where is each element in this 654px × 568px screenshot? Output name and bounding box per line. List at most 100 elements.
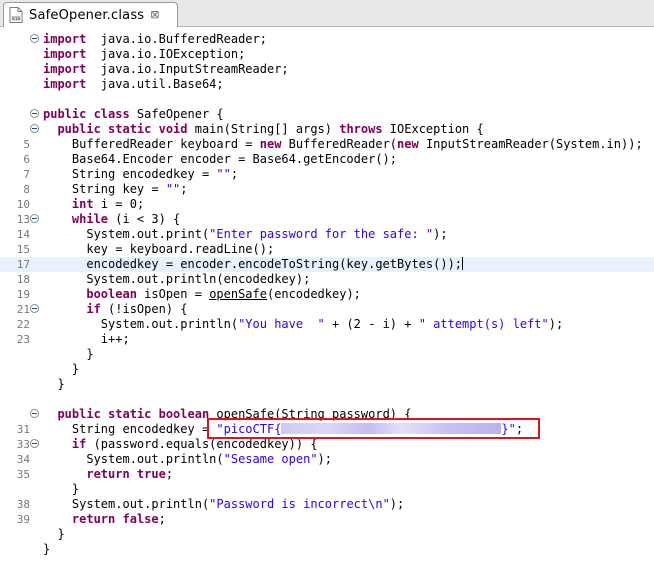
code-text: System.out.println("Sesame open"); — [43, 452, 332, 467]
fold-collapse-icon[interactable] — [30, 124, 39, 133]
code-line[interactable]: 19 boolean isOpen = openSafe(encodedkey)… — [0, 287, 654, 302]
code-text: import java.io.BufferedReader; — [43, 32, 267, 47]
code-token: ; — [180, 182, 188, 196]
code-text: } — [43, 482, 79, 497]
code-text: public class SafeOpener { — [43, 107, 224, 122]
code-text: } — [43, 377, 65, 392]
code-token: (encodedkey); — [266, 287, 361, 301]
code-token: (!isOpen) { — [100, 302, 188, 316]
code-line[interactable]: import java.io.InputStreamReader; — [0, 62, 654, 77]
code-line[interactable]: } — [0, 482, 654, 497]
string-token: " attempt(s) left" — [418, 317, 549, 331]
code-line[interactable]: 39 return false; — [0, 512, 654, 527]
code-line[interactable]: 33 if (password.equals(encodedkey)) { — [0, 437, 654, 452]
keyword-token: return false — [71, 512, 159, 526]
code-line[interactable]: 14 System.out.print("Enter password for … — [0, 227, 654, 242]
fold-collapse-icon[interactable] — [30, 439, 39, 448]
line-number: 38 — [16, 498, 30, 511]
code-line[interactable]: 13 while (i < 3) { — [0, 212, 654, 227]
code-line[interactable]: 35 return true; — [0, 467, 654, 482]
code-line[interactable]: 8 String key = ""; — [0, 182, 654, 197]
keyword-token: throws — [339, 122, 383, 136]
code-line[interactable]: import java.util.Base64; — [0, 77, 654, 92]
code-token: IOException { — [382, 122, 484, 136]
code-token: main(String[] args) — [187, 122, 340, 136]
code-line[interactable]: 22 System.out.println("You have " + (2 -… — [0, 317, 654, 332]
string-token: "" — [165, 182, 181, 196]
keyword-token: if — [86, 302, 101, 316]
code-text: } — [43, 527, 64, 542]
code-token: key = keyboard.readLine(); — [43, 242, 275, 256]
fold-collapse-icon[interactable] — [30, 109, 39, 118]
code-token: String key = — [43, 182, 166, 196]
code-text: if (!isOpen) { — [43, 302, 188, 317]
code-text: public static void main(String[] args) t… — [43, 122, 484, 137]
fold-collapse-icon[interactable] — [30, 34, 39, 43]
code-line[interactable]: } — [0, 377, 654, 392]
code-line[interactable] — [0, 92, 654, 107]
code-text: } — [43, 542, 50, 557]
close-tab-icon[interactable]: ⊠ — [150, 9, 159, 20]
code-line[interactable]: import java.io.BufferedReader; — [0, 32, 654, 47]
code-token: isOpen = — [136, 287, 210, 301]
code-token: (i < 3) { — [108, 212, 181, 226]
code-line[interactable]: 5 BufferedReader keyboard = new Buffered… — [0, 137, 654, 152]
code-line[interactable]: } — [0, 347, 654, 362]
code-token: } — [43, 542, 51, 556]
code-line[interactable]: public class SafeOpener { — [0, 107, 654, 122]
code-line[interactable]: } — [0, 362, 654, 377]
fold-collapse-icon[interactable] — [30, 409, 39, 418]
code-line[interactable]: } — [0, 527, 654, 542]
code-line[interactable]: 21 if (!isOpen) { — [0, 302, 654, 317]
code-line[interactable]: 18 System.out.println(encodedkey); — [0, 272, 654, 287]
code-token: SafeOpener { — [129, 107, 224, 121]
fold-collapse-icon[interactable] — [30, 304, 39, 313]
code-token: System.out.println( — [43, 452, 224, 466]
line-number: 5 — [23, 138, 30, 151]
code-line[interactable]: 7 String encodedkey = ""; — [0, 167, 654, 182]
code-token: System.out.println( — [43, 497, 210, 511]
line-number: 10 — [16, 198, 30, 211]
code-token: (password.equals(encodedkey)) { — [86, 437, 318, 451]
code-line[interactable] — [0, 392, 654, 407]
code-line[interactable]: 15 key = keyboard.readLine(); — [0, 242, 654, 257]
code-token: ; — [165, 467, 174, 481]
code-line[interactable]: } — [0, 542, 654, 557]
code-token: ); — [317, 452, 332, 466]
code-editor[interactable]: import java.io.BufferedReader; import jav… — [0, 27, 654, 568]
code-text: import java.io.InputStreamReader; — [43, 62, 289, 77]
code-line[interactable]: 6 Base64.Encoder encoder = Base64.getEnc… — [0, 152, 654, 167]
code-token: } — [43, 377, 65, 391]
code-line[interactable]: import java.io.IOException; — [0, 47, 654, 62]
tab-safeopener-class[interactable]: 010 SafeOpener.class ⊠ — [3, 2, 178, 27]
code-line[interactable]: 34 System.out.println("Sesame open"); — [0, 452, 654, 467]
code-text: boolean isOpen = openSafe(encodedkey); — [43, 287, 361, 302]
line-number: 7 — [23, 168, 30, 181]
code-line[interactable]: public static void main(String[] args) t… — [0, 122, 654, 137]
code-line[interactable]: 17 encodedkey = encoder.encodeToString(k… — [0, 257, 654, 272]
fold-collapse-icon[interactable] — [30, 214, 39, 223]
code-line[interactable]: 38 System.out.println("Password is incor… — [0, 497, 654, 512]
code-token: System.out.print( — [43, 227, 210, 241]
string-token: "You have " — [238, 317, 325, 331]
code-token: BufferedReader keyboard = — [43, 137, 260, 151]
line-number: 34 — [16, 453, 30, 466]
line-number: 18 — [16, 273, 30, 286]
text-caret — [462, 257, 464, 270]
keyword-token: import — [43, 77, 87, 91]
code-token: ; — [158, 512, 166, 526]
code-token: ); — [433, 227, 448, 241]
keyword-token: public class — [43, 107, 130, 121]
line-number: 13 — [16, 213, 30, 226]
code-line[interactable]: 23 i++; — [0, 332, 654, 347]
code-text: i++; — [43, 332, 130, 347]
code-line[interactable]: 10 int i = 0; — [0, 197, 654, 212]
line-number: 8 — [23, 183, 30, 196]
keyword-token: return true — [86, 467, 166, 481]
